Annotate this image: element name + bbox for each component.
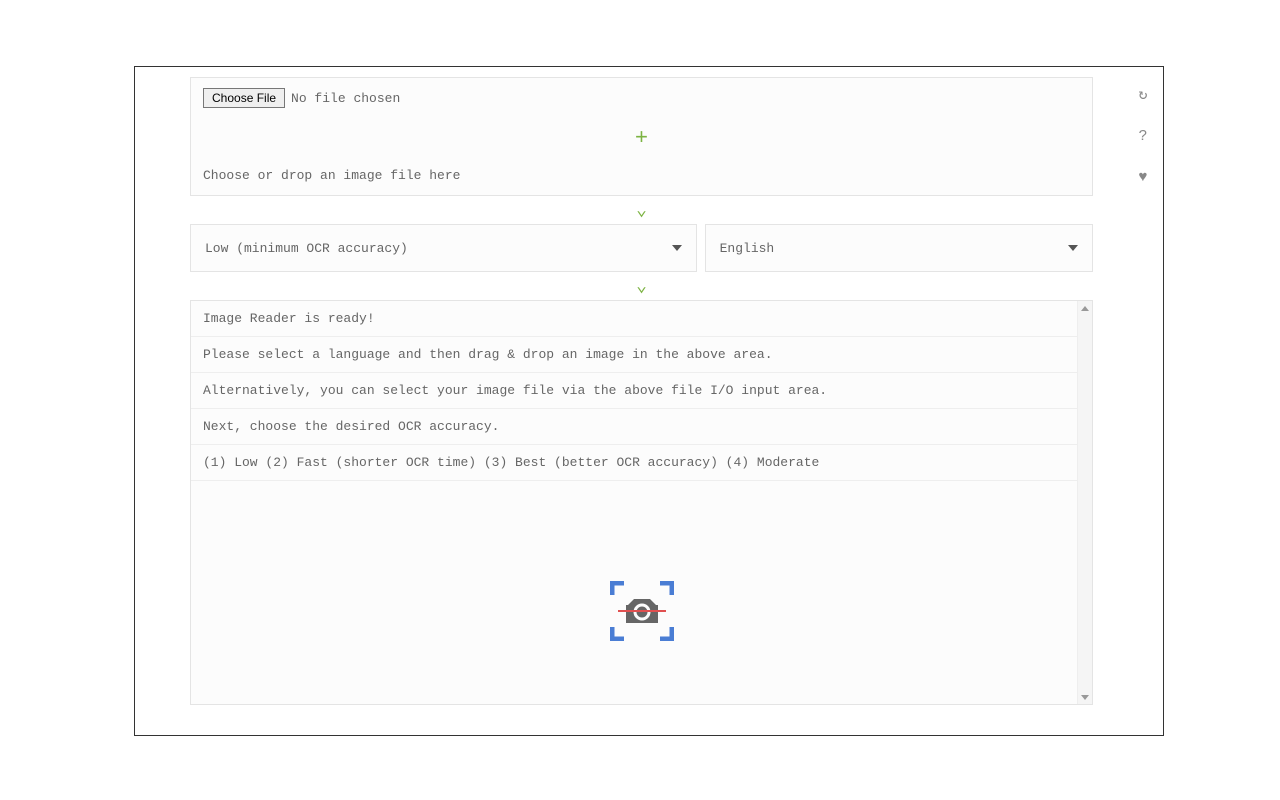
- log-list: Image Reader is ready! Please select a l…: [191, 301, 1077, 481]
- language-select[interactable]: English: [705, 224, 1093, 272]
- log-panel: Image Reader is ready! Please select a l…: [190, 300, 1093, 705]
- caret-down-icon: [1068, 245, 1078, 251]
- drop-hint-text: Choose or drop an image file here: [203, 168, 1080, 183]
- app-frame: Choose File No file chosen + Choose or d…: [134, 66, 1164, 736]
- help-icon[interactable]: ?: [1138, 128, 1147, 145]
- accuracy-select-value: Low (minimum OCR accuracy): [205, 241, 408, 256]
- heart-icon[interactable]: ♥: [1138, 169, 1147, 186]
- log-item: Image Reader is ready!: [191, 301, 1077, 337]
- chevron-down-icon: ⌄: [636, 277, 647, 297]
- main-content: Choose File No file chosen + Choose or d…: [190, 77, 1093, 705]
- scroll-down-button[interactable]: [1078, 690, 1092, 704]
- scroll-up-button[interactable]: [1078, 301, 1092, 315]
- log-item: Alternatively, you can select your image…: [191, 373, 1077, 409]
- choose-file-button[interactable]: Choose File: [203, 88, 285, 108]
- plus-icon[interactable]: +: [635, 126, 648, 151]
- log-item: (1) Low (2) Fast (shorter OCR time) (3) …: [191, 445, 1077, 481]
- log-item: Next, choose the desired OCR accuracy.: [191, 409, 1077, 445]
- refresh-icon[interactable]: ↻: [1138, 85, 1147, 104]
- chevron-down-icon: ⌄: [636, 201, 647, 221]
- log-item: Please select a language and then drag &…: [191, 337, 1077, 373]
- scanner-logo-icon: [610, 581, 674, 641]
- scrollbar[interactable]: [1077, 301, 1092, 704]
- caret-down-icon: [672, 245, 682, 251]
- accuracy-select[interactable]: Low (minimum OCR accuracy): [190, 224, 697, 272]
- add-row: +: [203, 114, 1080, 168]
- language-select-value: English: [720, 241, 775, 256]
- upload-panel[interactable]: Choose File No file chosen + Choose or d…: [190, 77, 1093, 196]
- selects-row: Low (minimum OCR accuracy) English: [190, 224, 1093, 272]
- file-input-row: Choose File No file chosen: [203, 88, 1080, 108]
- sidebar: ↻ ? ♥: [1131, 85, 1155, 186]
- divider-chevron-2: ⌄: [190, 272, 1093, 300]
- divider-chevron-1: ⌄: [190, 196, 1093, 224]
- file-status-text: No file chosen: [291, 91, 400, 106]
